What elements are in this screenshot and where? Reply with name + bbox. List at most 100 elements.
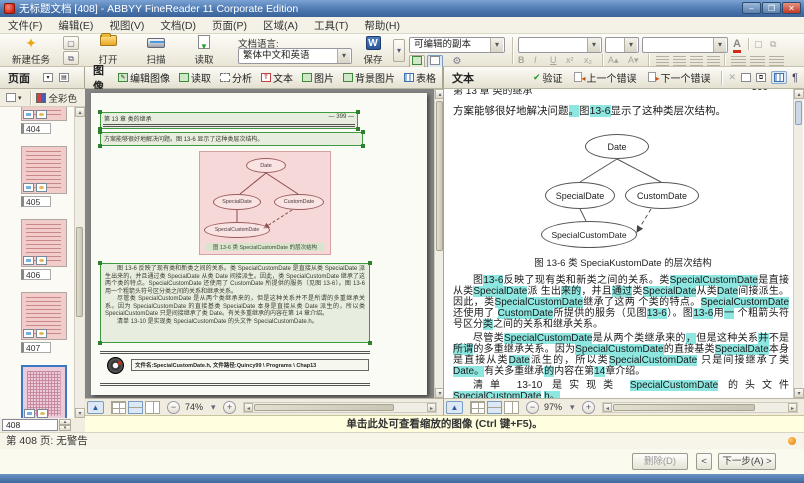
page-thumbnail[interactable]: 405 [21, 146, 74, 207]
menu-item[interactable]: 文件(F) [0, 17, 50, 34]
font-family-select[interactable] [518, 37, 602, 53]
zoom-dropdown-arrow[interactable]: ▾ [570, 402, 575, 413]
minimize-button[interactable]: – [742, 2, 761, 14]
align-justify-button[interactable] [707, 56, 720, 66]
layout-horizontal-split-button[interactable] [487, 401, 502, 414]
increase-font-button[interactable]: A▴ [608, 55, 619, 66]
line-spacing-button[interactable] [731, 56, 746, 66]
bold-button[interactable]: B [518, 55, 525, 65]
clear-format-icon[interactable]: ▢ [754, 39, 763, 50]
page-stack-icon-button[interactable]: ⧉ [63, 51, 79, 65]
subscript-button[interactable]: x₂ [584, 55, 592, 65]
page-type-dropdown[interactable]: ▾ [3, 91, 25, 104]
page-number-input[interactable]: 408 [2, 419, 58, 431]
read-button[interactable]: 读取 [182, 35, 226, 66]
save-format-select[interactable]: 可编辑的副本 [409, 37, 505, 53]
collapse-zoom-window-button[interactable]: ▲ [446, 401, 463, 414]
show-image-toggle[interactable] [771, 71, 787, 84]
table-area-button[interactable]: 表格 [401, 68, 439, 87]
indent-increase-button[interactable] [769, 56, 784, 66]
page-thumbnail[interactable]: 406 [21, 219, 74, 280]
page-number-stepper[interactable]: ▴▾ [59, 419, 71, 431]
text-editor[interactable]: 第 13 章 类的继承 — 399 — 方案能够很好地解决问题。图13-6显示了… [443, 89, 804, 398]
layout-vertical-split-button[interactable] [145, 401, 160, 414]
page-copy-icon-button[interactable]: ▢ [63, 36, 79, 50]
underline-button[interactable]: U [550, 55, 557, 65]
diagram-image-area[interactable]: Date SpecialDate CustomDate SpecialCusto… [199, 151, 331, 255]
picture-area-button[interactable]: 图片 [299, 68, 337, 87]
title-bar[interactable]: 无标题文档 [408] - ABBYY FineReader 11 Corpor… [0, 0, 804, 17]
thumbnail-preview[interactable] [21, 107, 67, 121]
maximize-button[interactable]: ❐ [762, 2, 781, 14]
new-task-button[interactable]: ✦ 新建任务 [2, 35, 60, 66]
next-step-button[interactable]: 下一步(A) > [718, 453, 776, 470]
save-dropdown-button[interactable]: ▾ [393, 39, 405, 62]
menu-item[interactable]: 视图(V) [101, 17, 152, 34]
read-page-button[interactable]: 读取 [176, 68, 214, 87]
italic-button[interactable]: I [534, 55, 537, 65]
layout-vertical-split-button[interactable] [504, 401, 519, 414]
superscript-button[interactable]: x² [566, 55, 574, 65]
copy-formatted-icon[interactable]: ⧉ [756, 73, 766, 82]
zoom-dropdown-arrow[interactable]: ▾ [211, 402, 216, 413]
intro-text-region[interactable]: 方案能够很好地解决问题。图 13-6 显示了这种类层次结构。 [100, 132, 363, 146]
pages-view-icon-button[interactable]: ▤ [56, 71, 72, 84]
edit-image-button[interactable]: ✎ 编辑图像 [115, 68, 173, 87]
text-vertical-scrollbar[interactable]: ▴ ▾ [793, 89, 803, 398]
body-text-region[interactable]: 图 13-6 反映了现有类和新类之间的关系。类 SpecialCustomDat… [100, 263, 370, 343]
image-view[interactable]: 第 13 章 类的继承 — 399 — 方案能够很好地解决问题。图 13-6 显… [85, 89, 434, 398]
layout-grid-button[interactable] [111, 401, 126, 414]
thumbnail-preview[interactable] [21, 146, 67, 194]
font-size-select[interactable] [605, 37, 639, 53]
menu-item[interactable]: 工具(T) [306, 17, 356, 34]
image-horizontal-scrollbar[interactable]: ◂ ▸ [243, 402, 437, 413]
page-thumbnail[interactable]: 407 [21, 292, 74, 353]
zoom-out-button[interactable]: − [526, 401, 539, 414]
close-button[interactable]: ✕ [782, 2, 801, 14]
align-left-button[interactable] [656, 56, 669, 66]
text-area-button[interactable]: T 文本 [258, 68, 296, 87]
style-picker-icon[interactable]: ⧉ [770, 39, 776, 50]
layout-grid-button[interactable] [470, 401, 485, 414]
next-error-button[interactable]: ▸ 下一个错误 [645, 68, 714, 87]
copy-text-icon[interactable] [741, 73, 751, 82]
menu-item[interactable]: 页面(P) [204, 17, 255, 34]
menu-item[interactable]: 文档(D) [152, 17, 204, 34]
zoom-window-hint-bar[interactable]: 单击此处可查看缩放的图像 (Ctrl 键+F5)。 [85, 415, 804, 432]
zoom-out-button[interactable]: − [167, 401, 180, 414]
scanned-page[interactable]: 第 13 章 类的继承 — 399 — 方案能够很好地解决问题。图 13-6 显… [91, 93, 427, 395]
pages-scrollbar[interactable]: ▴ ▾ [74, 107, 84, 418]
page-thumbnail[interactable]: 408 [21, 365, 74, 418]
background-picture-area-button[interactable]: 背景图片 [340, 68, 398, 87]
previous-error-button[interactable]: ◂ 上一个错误 [571, 68, 640, 87]
layout-horizontal-split-button[interactable] [128, 401, 143, 414]
header-region[interactable]: 第 13 章 类的继承 — 399 — [100, 112, 358, 129]
align-right-button[interactable] [690, 56, 703, 66]
font-color-button[interactable]: A [733, 39, 741, 53]
formatting-marks-button[interactable]: ¶ [792, 72, 798, 84]
verify-button[interactable]: ✔ 验证 [530, 68, 566, 87]
delete-page-button[interactable]: 删除(D) [632, 453, 688, 470]
scan-button[interactable]: 扫描 [134, 35, 178, 66]
zoom-in-button[interactable]: + [582, 401, 595, 414]
collapse-zoom-window-button[interactable]: ▲ [87, 401, 104, 414]
zoom-in-button[interactable]: + [223, 401, 236, 414]
page-thumbnail[interactable]: 404 [21, 107, 74, 134]
analyze-button[interactable]: 分析 [217, 68, 255, 87]
document-language-select[interactable]: 繁体中文和英语 [238, 48, 352, 64]
thumbnail-list[interactable]: 404 405 406 407 408 [0, 107, 74, 418]
delete-text-icon[interactable]: ✕ [729, 72, 737, 83]
save-button[interactable]: W 保存 [354, 35, 392, 66]
pages-sort-icon-button[interactable]: ▾ [40, 71, 56, 84]
back-step-button[interactable]: < [696, 453, 712, 470]
thumbnail-preview[interactable] [21, 219, 67, 267]
font-style-select[interactable] [642, 37, 728, 53]
decrease-font-button[interactable]: A▾ [628, 55, 639, 66]
align-center-button[interactable] [673, 56, 686, 66]
menu-item[interactable]: 帮助(H) [356, 17, 408, 34]
indent-decrease-button[interactable] [750, 56, 765, 66]
thumbnail-preview[interactable] [21, 365, 67, 418]
menu-item[interactable]: 区域(A) [255, 17, 306, 34]
text-horizontal-scrollbar[interactable]: ◂ ▸ [602, 402, 798, 413]
thumbnail-preview[interactable] [21, 292, 67, 340]
